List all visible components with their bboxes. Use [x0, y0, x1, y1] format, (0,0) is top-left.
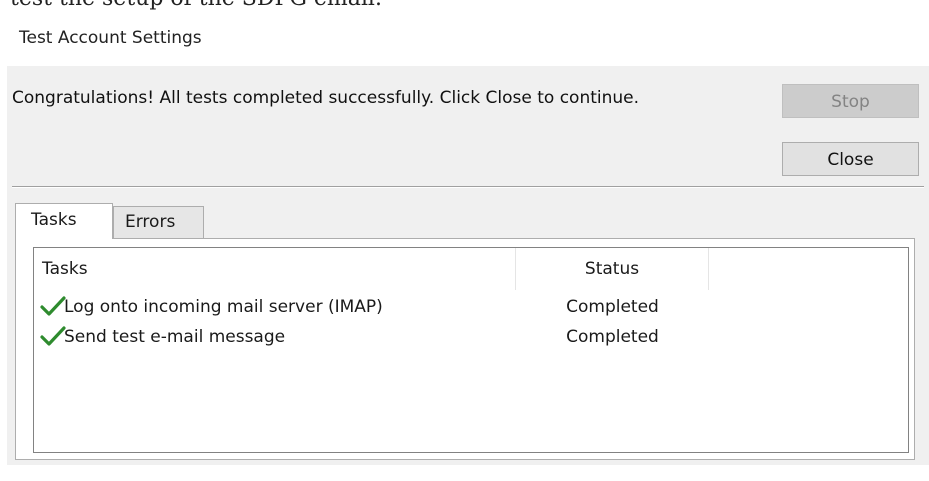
- table-row[interactable]: Log onto incoming mail server (IMAP) Com…: [34, 292, 734, 322]
- table-row[interactable]: Send test e-mail message Completed: [34, 322, 734, 352]
- tab-tasks[interactable]: Tasks: [15, 203, 113, 239]
- tab-errors[interactable]: Errors: [113, 206, 204, 239]
- status-message: Congratulations! All tests completed suc…: [12, 88, 640, 108]
- column-header-tasks[interactable]: Tasks: [34, 248, 516, 290]
- test-account-settings-dialog: Congratulations! All tests completed suc…: [7, 66, 929, 465]
- cropped-document-text: test the setup of the SDPG email.: [10, 0, 382, 11]
- close-button[interactable]: Close: [782, 142, 919, 176]
- dialog-title: Test Account Settings: [19, 28, 202, 48]
- task-name: Log onto incoming mail server (IMAP): [64, 297, 383, 317]
- task-list[interactable]: Tasks Status Log onto incoming mail serv…: [33, 247, 909, 453]
- task-name: Send test e-mail message: [64, 327, 286, 347]
- divider: [12, 186, 924, 188]
- checkmark-icon: [40, 326, 66, 346]
- task-status: Completed: [566, 327, 659, 347]
- checkmark-icon: [40, 296, 66, 316]
- column-header-status[interactable]: Status: [516, 248, 709, 290]
- tasks-tab-panel: Tasks Status Log onto incoming mail serv…: [15, 238, 915, 460]
- task-status: Completed: [566, 297, 659, 317]
- stop-button[interactable]: Stop: [782, 84, 919, 118]
